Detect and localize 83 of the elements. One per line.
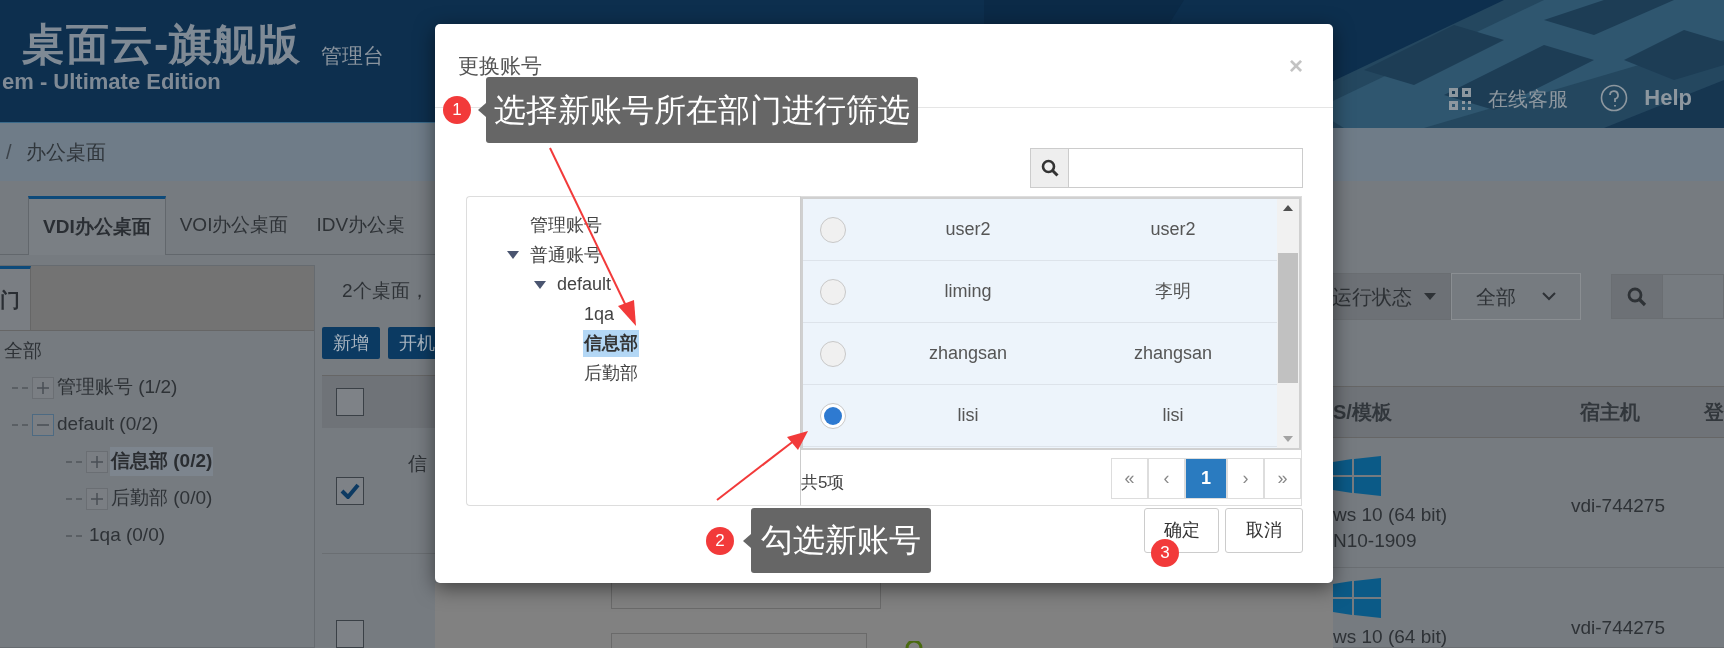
column-header: 宿主机 (1578, 400, 1641, 425)
windows-logo-icon (1333, 578, 1381, 618)
tree-item[interactable]: 信息部 (0/2) (110, 447, 214, 476)
toolbar-button[interactable]: 开机 (388, 327, 435, 359)
cancel-button[interactable]: 取消 (1225, 508, 1303, 553)
product-title: 桌面云-旗舰版 (21, 20, 302, 68)
breadcrumb-separator: / (5, 140, 12, 166)
name-cell-text: 李明 (1154, 280, 1192, 303)
status-select[interactable]: 全部 (1451, 273, 1581, 320)
checkbox[interactable] (336, 476, 364, 505)
expand-icon[interactable] (32, 376, 54, 399)
chevron-icon (1542, 292, 1556, 301)
status-filter[interactable]: 运行状态 (1333, 273, 1451, 320)
console-label: 管理台 (321, 43, 385, 69)
qr-code-icon (1448, 87, 1473, 112)
account-row[interactable]: zhangsan zhangsan (803, 323, 1277, 385)
checkbox[interactable] (336, 620, 364, 648)
radio-button[interactable] (820, 278, 846, 305)
checkbox[interactable] (336, 388, 364, 416)
username-cell-text: liming (943, 280, 993, 303)
expand-icon[interactable] (86, 487, 108, 510)
tab[interactable]: VDI办公桌面 (28, 196, 166, 255)
host-cell-text: vdi-744275 (1570, 616, 1666, 640)
page-button[interactable]: ‹ (1148, 458, 1185, 499)
column-header: 登 (1703, 400, 1724, 425)
table-cell-text: 信 (408, 452, 427, 476)
scrollbar-thumb[interactable] (1278, 253, 1298, 383)
total-count: 共5项 (801, 471, 845, 494)
collapse-icon[interactable] (32, 413, 54, 436)
toolbar-button[interactable]: 新增 (322, 327, 380, 359)
dialog-title: 更换账号 (458, 52, 542, 79)
username-cell-text: user2 (944, 218, 992, 241)
tree-item[interactable]: 信息部 (583, 330, 639, 358)
os-text: ws 10 (64 bit) (1333, 503, 1448, 527)
account-row[interactable]: liming 李明 (803, 261, 1277, 323)
breadcrumb-item: 办公桌面 (25, 140, 106, 166)
support-link[interactable]: 在线客服 (1448, 84, 1569, 115)
tree-root[interactable]: 全部 (0, 331, 314, 369)
callout-label: 选择新账号所在部门进行筛选 (486, 77, 918, 143)
tree-item[interactable]: 管理账号 (1/2) (56, 373, 179, 402)
help-icon (1600, 83, 1629, 112)
radio-button[interactable] (820, 340, 846, 367)
windows-logo-icon (1333, 456, 1381, 496)
search-icon (1627, 286, 1647, 307)
radio-button[interactable] (820, 402, 846, 429)
account-row[interactable]: user2 user2 (803, 199, 1277, 261)
page-button[interactable]: 1 (1185, 458, 1227, 499)
tree-item[interactable]: default (556, 271, 613, 299)
name-cell-text: lisi (1161, 404, 1185, 427)
username-cell-text: zhangsan (927, 342, 1009, 365)
tab[interactable]: IDV办公桌 (302, 196, 420, 255)
host-cell-text: vdi-744275 (1570, 494, 1666, 518)
product-subtitle: em - Ultimate Edition (2, 68, 222, 96)
search-icon (1040, 159, 1059, 177)
caret-icon[interactable] (507, 251, 519, 260)
summary-text: 2个桌面， (341, 279, 430, 303)
name-cell-text: user2 (1149, 218, 1197, 241)
expand-icon[interactable] (86, 450, 108, 473)
tree-item[interactable]: 后勤部 (0/0) (110, 484, 214, 513)
username-cell-text: lisi (956, 404, 980, 427)
template-text: N10-1909 (1333, 529, 1417, 553)
panel-tab[interactable]: 门 (0, 266, 31, 330)
caret-icon (1424, 293, 1436, 300)
account-row[interactable]: lisi lisi (803, 385, 1277, 447)
tree-item[interactable]: 普通账号 (529, 241, 603, 269)
name-cell-text: zhangsan (1132, 342, 1214, 365)
tab[interactable]: VOI办公桌面 (165, 196, 303, 255)
page-button[interactable]: « (1111, 458, 1148, 499)
os-text: ws 10 (64 bit) (1333, 625, 1448, 648)
search-field[interactable] (1611, 274, 1724, 319)
page-button[interactable]: › (1227, 458, 1264, 499)
help-link[interactable]: Help (1600, 81, 1692, 115)
radio-button[interactable] (820, 216, 846, 243)
column-header: S/模板 (1333, 400, 1393, 425)
caret-icon[interactable] (534, 280, 546, 289)
tree-item[interactable]: 1qa (583, 300, 616, 328)
checkmark-icon (340, 482, 360, 499)
callout-label: 勾选新账号 (751, 508, 931, 573)
status-icon (905, 641, 923, 648)
tree-item[interactable]: 后勤部 (583, 359, 639, 387)
tree-item[interactable]: default (0/2) (56, 410, 160, 439)
tree-item[interactable]: 1qa (0/0) (88, 521, 167, 550)
page-button[interactable]: » (1264, 458, 1301, 499)
